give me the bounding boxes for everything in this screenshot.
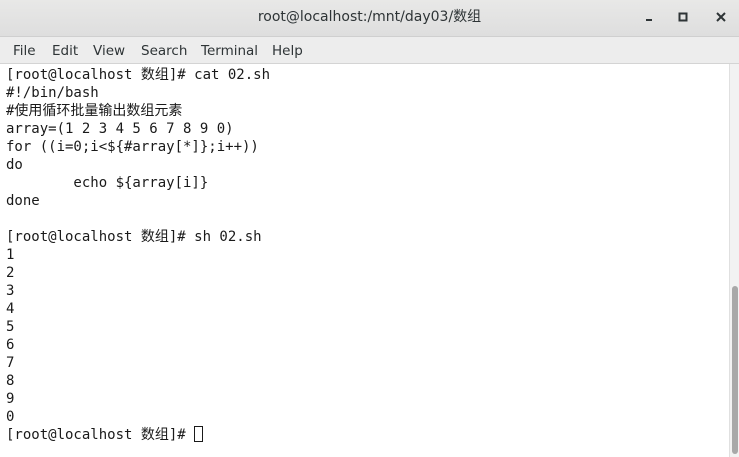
- menu-terminal[interactable]: Terminal: [201, 42, 258, 60]
- terminal-line: array=(1 2 3 4 5 6 7 8 9 0): [6, 121, 234, 137]
- maximize-icon: [672, 11, 694, 23]
- title-bar[interactable]: root@localhost:/mnt/day03/数组: [0, 0, 739, 37]
- vertical-scrollbar[interactable]: [729, 64, 739, 457]
- terminal-line: 2: [6, 265, 15, 281]
- terminal-line: do: [6, 157, 23, 173]
- window-title: root@localhost:/mnt/day03/数组: [257, 9, 482, 25]
- close-button[interactable]: [710, 7, 732, 29]
- terminal-line: 1: [6, 247, 15, 263]
- terminal-line: 0: [6, 409, 15, 425]
- terminal-output[interactable]: [root@localhost 数组]# cat 02.sh #!/bin/ba…: [0, 64, 729, 457]
- shell-prompt: [root@localhost 数组]#: [6, 427, 195, 443]
- terminal-line: echo ${array[i]}: [6, 175, 209, 191]
- terminal-line: 6: [6, 337, 15, 353]
- menu-bar: File Edit View Search Terminal Help: [0, 37, 739, 64]
- terminal-window: root@localhost:/mnt/day03/数组 File Edit V…: [0, 0, 739, 457]
- terminal-line: 7: [6, 355, 15, 371]
- terminal-lines: [root@localhost 数组]# cat 02.sh #!/bin/ba…: [6, 66, 726, 444]
- terminal-line: #使用循环批量输出数组元素: [6, 103, 183, 119]
- terminal-line: 4: [6, 301, 15, 317]
- terminal-line: for ((i=0;i<${#array[*]};i++)): [6, 139, 259, 155]
- menu-file[interactable]: File: [13, 42, 36, 60]
- menu-search[interactable]: Search: [141, 42, 187, 60]
- menu-edit[interactable]: Edit: [52, 42, 78, 60]
- menu-view[interactable]: View: [93, 42, 125, 60]
- minimize-button[interactable]: [638, 7, 660, 29]
- terminal-line: 9: [6, 391, 15, 407]
- current-prompt-line[interactable]: [root@localhost 数组]#: [6, 426, 726, 444]
- terminal-line: done: [6, 193, 40, 209]
- minimize-icon: [638, 11, 660, 23]
- terminal-line: [root@localhost 数组]# sh 02.sh: [6, 229, 262, 245]
- maximize-button[interactable]: [672, 7, 694, 29]
- text-cursor: [194, 426, 204, 442]
- menu-help[interactable]: Help: [272, 42, 303, 60]
- terminal-line: 3: [6, 283, 15, 299]
- terminal-line: [root@localhost 数组]# cat 02.sh: [6, 67, 271, 83]
- scrollbar-thumb[interactable]: [732, 286, 738, 454]
- close-icon: [710, 11, 732, 23]
- terminal-line: #!/bin/bash: [6, 85, 99, 101]
- terminal-line: 8: [6, 373, 15, 389]
- terminal-line: 5: [6, 319, 15, 335]
